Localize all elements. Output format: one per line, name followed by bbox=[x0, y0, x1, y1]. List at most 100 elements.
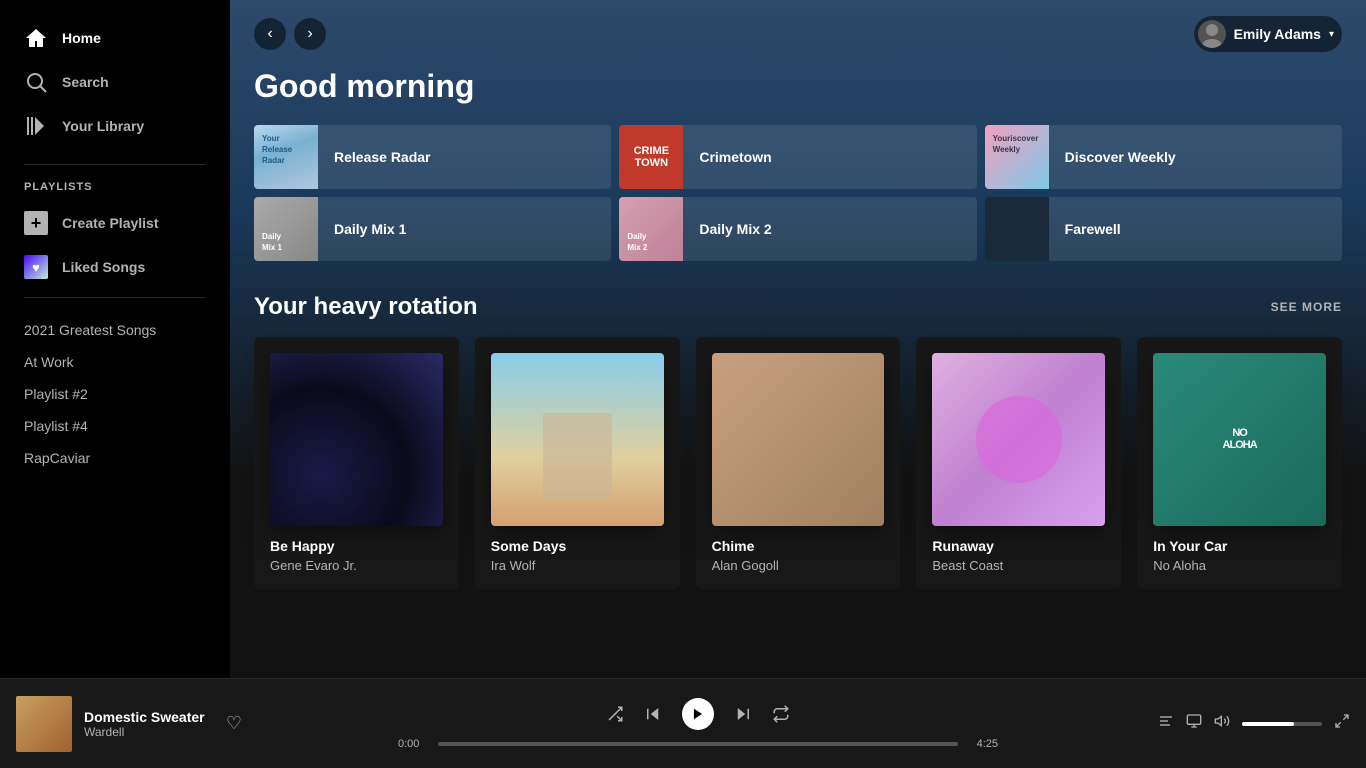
card-be-happy[interactable]: Be Happy Gene Evaro Jr. bbox=[254, 337, 459, 589]
card-img-in-your-car: NOALOHA bbox=[1153, 353, 1326, 526]
sidebar: Home Search Your Library bbox=[0, 0, 230, 678]
sidebar-item-home[interactable]: Home bbox=[0, 16, 230, 60]
page-title: Good morning bbox=[254, 68, 1342, 105]
quick-item-label-crimetown: Crimetown bbox=[683, 149, 787, 165]
now-playing-bar: Domestic Sweater Wardell ♡ bbox=[0, 678, 1366, 768]
quick-item-img-release-radar bbox=[254, 125, 318, 189]
control-buttons bbox=[606, 698, 790, 730]
volume-fill bbox=[1242, 722, 1294, 726]
previous-button[interactable] bbox=[644, 705, 662, 723]
section-title-rotation: Your heavy rotation bbox=[254, 293, 478, 321]
devices-button[interactable] bbox=[1186, 713, 1202, 734]
quick-item-farewell[interactable]: Farewell bbox=[985, 197, 1342, 261]
search-icon bbox=[24, 70, 48, 94]
quick-item-img-crimetown bbox=[619, 125, 683, 189]
quick-item-img-discover-weekly bbox=[985, 125, 1049, 189]
sidebar-library-label: Your Library bbox=[62, 118, 144, 134]
card-title-runaway: Runaway bbox=[932, 538, 1105, 554]
top-bar: ‹ › Emily Adams ▾ bbox=[230, 0, 1366, 68]
cards-grid-rotation: Be Happy Gene Evaro Jr. Some Days Ira Wo… bbox=[254, 337, 1342, 589]
card-some-days[interactable]: Some Days Ira Wolf bbox=[475, 337, 680, 589]
card-artist-runaway: Beast Coast bbox=[932, 558, 1105, 573]
quick-item-release-radar[interactable]: Release Radar bbox=[254, 125, 611, 189]
content-area: Good morning Release Radar Crimetown bbox=[230, 68, 1366, 613]
card-img-be-happy bbox=[270, 353, 443, 526]
now-playing-track: Domestic Sweater Wardell ♡ bbox=[16, 696, 246, 752]
avatar bbox=[1198, 20, 1226, 48]
playlist-list: 2021 Greatest Songs At Work Playlist #2 … bbox=[0, 306, 230, 670]
progress-track[interactable] bbox=[438, 742, 958, 746]
playlist-item-2[interactable]: At Work bbox=[0, 346, 230, 378]
time-total: 4:25 bbox=[966, 738, 998, 750]
player-controls: 0:00 4:25 bbox=[262, 698, 1134, 750]
see-more-button[interactable]: SEE MORE bbox=[1271, 300, 1342, 314]
quick-item-label-farewell: Farewell bbox=[1049, 221, 1137, 237]
track-name: Domestic Sweater bbox=[84, 709, 210, 725]
liked-songs-label: Liked Songs bbox=[62, 259, 145, 275]
volume-bar[interactable] bbox=[1242, 722, 1322, 726]
next-button[interactable] bbox=[734, 705, 752, 723]
progress-bar[interactable]: 0:00 4:25 bbox=[398, 738, 998, 750]
card-title-chime: Chime bbox=[712, 538, 885, 554]
forward-button[interactable]: › bbox=[294, 18, 326, 50]
track-thumbnail bbox=[16, 696, 72, 752]
card-artist-chime: Alan Gogoll bbox=[712, 558, 885, 573]
like-button[interactable]: ♡ bbox=[222, 709, 246, 738]
sidebar-nav: Home Search Your Library bbox=[0, 8, 230, 156]
sidebar-item-library[interactable]: Your Library bbox=[0, 104, 230, 148]
quick-item-daily-mix-1[interactable]: Daily Mix 1 bbox=[254, 197, 611, 261]
volume-button[interactable] bbox=[1214, 713, 1230, 734]
fullscreen-button[interactable] bbox=[1334, 713, 1350, 734]
playlists-header: PLAYLISTS bbox=[0, 173, 230, 201]
quick-item-img-farewell bbox=[985, 197, 1049, 261]
card-img-some-days bbox=[491, 353, 664, 526]
lyrics-button[interactable] bbox=[1158, 713, 1174, 734]
track-artist: Wardell bbox=[84, 725, 210, 739]
sidebar-divider-2 bbox=[24, 297, 206, 298]
card-artist-in-your-car: No Aloha bbox=[1153, 558, 1326, 573]
playlist-item-5[interactable]: RapCaviar bbox=[0, 442, 230, 474]
quick-item-crimetown[interactable]: Crimetown bbox=[619, 125, 976, 189]
liked-songs-button[interactable]: ♥ Liked Songs bbox=[0, 245, 230, 289]
back-button[interactable]: ‹ bbox=[254, 18, 286, 50]
section-header-rotation: Your heavy rotation SEE MORE bbox=[254, 293, 1342, 321]
time-current: 0:00 bbox=[398, 738, 430, 750]
card-chime[interactable]: Chime Alan Gogoll bbox=[696, 337, 901, 589]
repeat-button[interactable] bbox=[772, 705, 790, 723]
playlist-item-1[interactable]: 2021 Greatest Songs bbox=[0, 314, 230, 346]
playlist-item-3[interactable]: Playlist #2 bbox=[0, 378, 230, 410]
card-artist-some-days: Ira Wolf bbox=[491, 558, 664, 573]
plus-icon: + bbox=[24, 211, 48, 235]
shuffle-button[interactable] bbox=[606, 705, 624, 723]
user-profile[interactable]: Emily Adams ▾ bbox=[1194, 16, 1342, 52]
nav-buttons: ‹ › bbox=[254, 18, 326, 50]
create-playlist-button[interactable]: + Create Playlist bbox=[0, 201, 230, 245]
play-button[interactable] bbox=[682, 698, 714, 730]
extra-controls bbox=[1150, 713, 1350, 734]
quick-item-img-daily-mix-1 bbox=[254, 197, 318, 261]
card-in-your-car[interactable]: NOALOHA In Your Car No Aloha bbox=[1137, 337, 1342, 589]
card-title-some-days: Some Days bbox=[491, 538, 664, 554]
sidebar-item-search[interactable]: Search bbox=[0, 60, 230, 104]
quick-item-label-discover-weekly: Discover Weekly bbox=[1049, 149, 1192, 165]
sidebar-home-label: Home bbox=[62, 30, 101, 46]
card-artist-be-happy: Gene Evaro Jr. bbox=[270, 558, 443, 573]
card-title-in-your-car: In Your Car bbox=[1153, 538, 1326, 554]
create-playlist-label: Create Playlist bbox=[62, 215, 159, 231]
sidebar-divider bbox=[24, 164, 206, 165]
quick-item-discover-weekly[interactable]: Discover Weekly bbox=[985, 125, 1342, 189]
card-img-runaway bbox=[932, 353, 1105, 526]
chevron-down-icon: ▾ bbox=[1329, 29, 1334, 40]
home-icon bbox=[24, 26, 48, 50]
quick-item-img-daily-mix-2 bbox=[619, 197, 683, 261]
quick-item-label-release-radar: Release Radar bbox=[318, 149, 447, 165]
quick-play-grid: Release Radar Crimetown Discover Weekly bbox=[254, 125, 1342, 261]
playlist-item-4[interactable]: Playlist #4 bbox=[0, 410, 230, 442]
quick-item-daily-mix-2[interactable]: Daily Mix 2 bbox=[619, 197, 976, 261]
card-runaway[interactable]: Runaway Beast Coast bbox=[916, 337, 1121, 589]
user-name: Emily Adams bbox=[1234, 26, 1321, 42]
main-content: ‹ › Emily Adams ▾ Good morning bbox=[230, 0, 1366, 678]
quick-item-label-daily-mix-2: Daily Mix 2 bbox=[683, 221, 787, 237]
quick-item-label-daily-mix-1: Daily Mix 1 bbox=[318, 221, 422, 237]
card-img-chime bbox=[712, 353, 885, 526]
